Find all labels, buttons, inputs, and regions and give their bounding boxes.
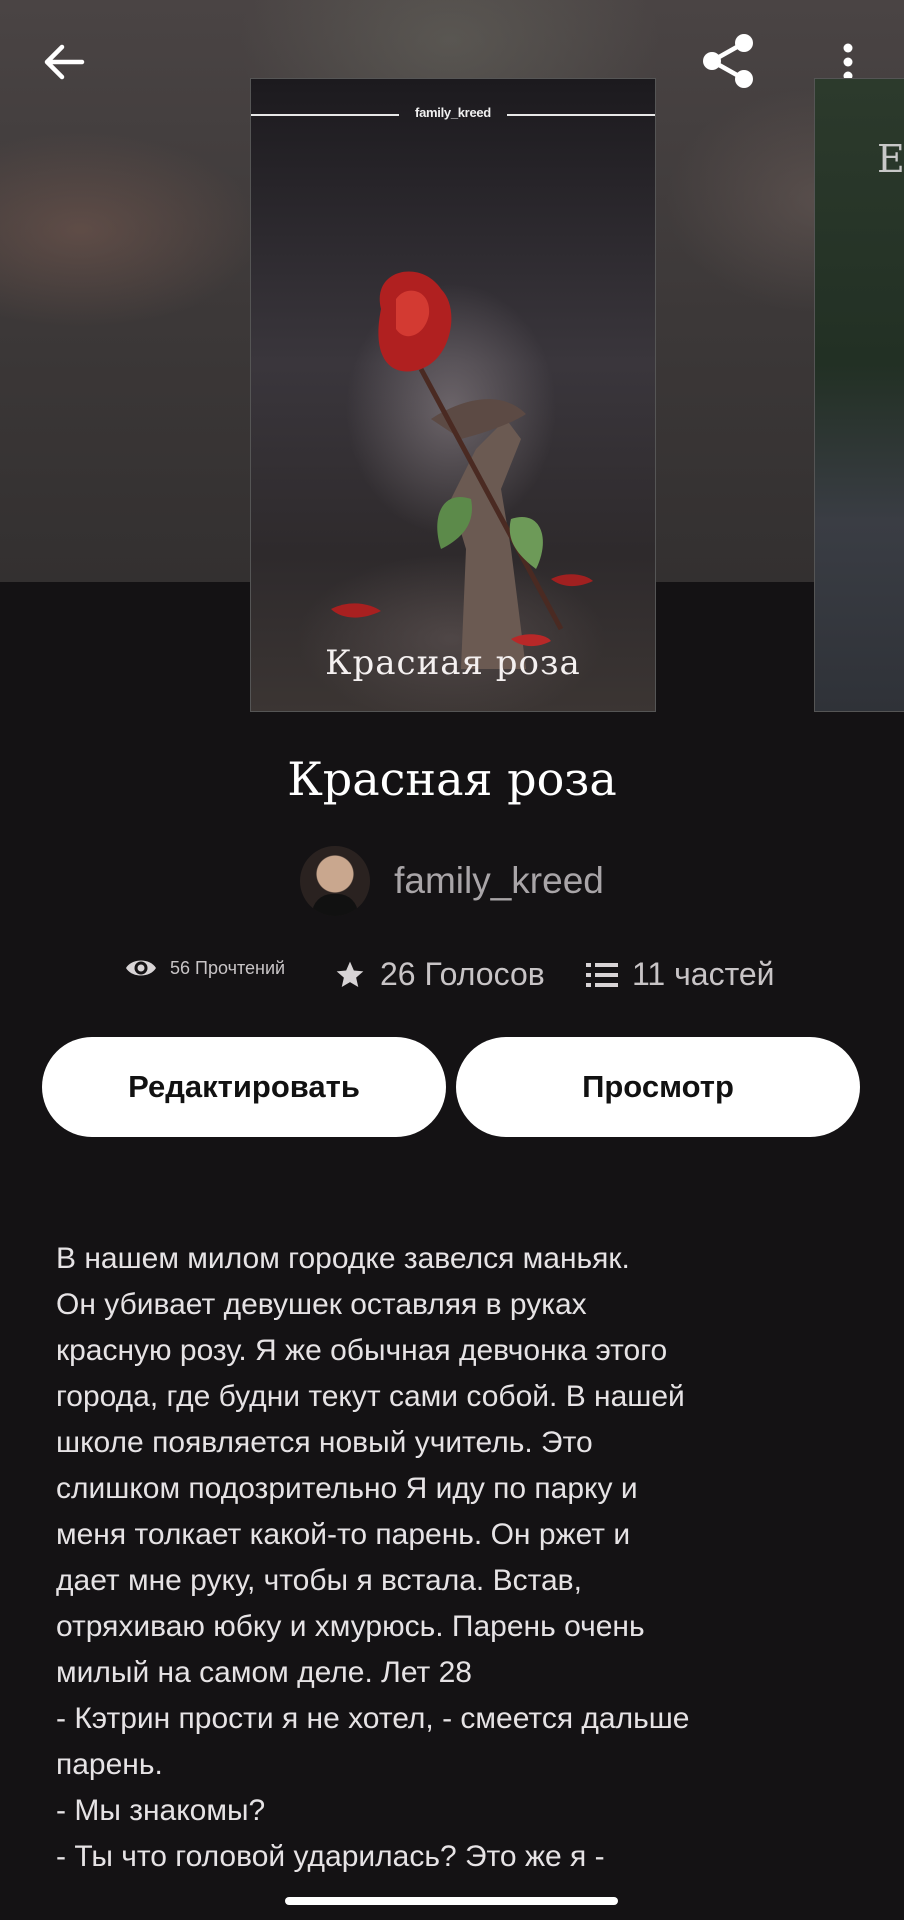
edit-button[interactable]: Редактировать [42,1037,446,1137]
story-cover[interactable]: family_kreed Красиая роза [250,78,656,712]
votes-count: 26 Голосов [380,956,545,992]
side-cover-letter: E [877,137,904,181]
preview-button[interactable]: Просмотр [456,1037,860,1137]
avatar[interactable] [300,846,371,916]
reads-stat: 56 Прочтений [124,956,285,980]
author-row[interactable]: family_kreed [0,846,904,916]
author-name[interactable]: family_kreed [394,860,604,902]
parts-stat[interactable]: 11 частей [586,956,775,993]
more-vertical-icon [843,43,853,81]
rose-hand-illustration [331,271,593,669]
list-icon [586,962,618,987]
votes-stat: 26 Голосов [334,956,545,993]
eye-icon [126,960,156,976]
star-icon [336,961,364,987]
cover-line [507,114,655,116]
reads-count: 56 Прочтений [170,957,286,978]
share-button[interactable] [694,30,762,92]
story-title: Красная роза [287,752,617,806]
story-description: В нашем милом городке завелся маньяк. Он… [56,1242,690,1873]
parts-count: 11 частей [632,956,775,992]
home-indicator[interactable] [285,1897,618,1905]
share-icon [703,34,753,88]
next-story-cover[interactable]: E [814,78,904,712]
arrow-left-icon [44,44,85,80]
cover-title: Красиая роза [325,643,581,683]
cover-line [251,114,399,116]
back-button[interactable] [36,38,92,86]
cover-author-tag: family_kreed [415,105,491,120]
